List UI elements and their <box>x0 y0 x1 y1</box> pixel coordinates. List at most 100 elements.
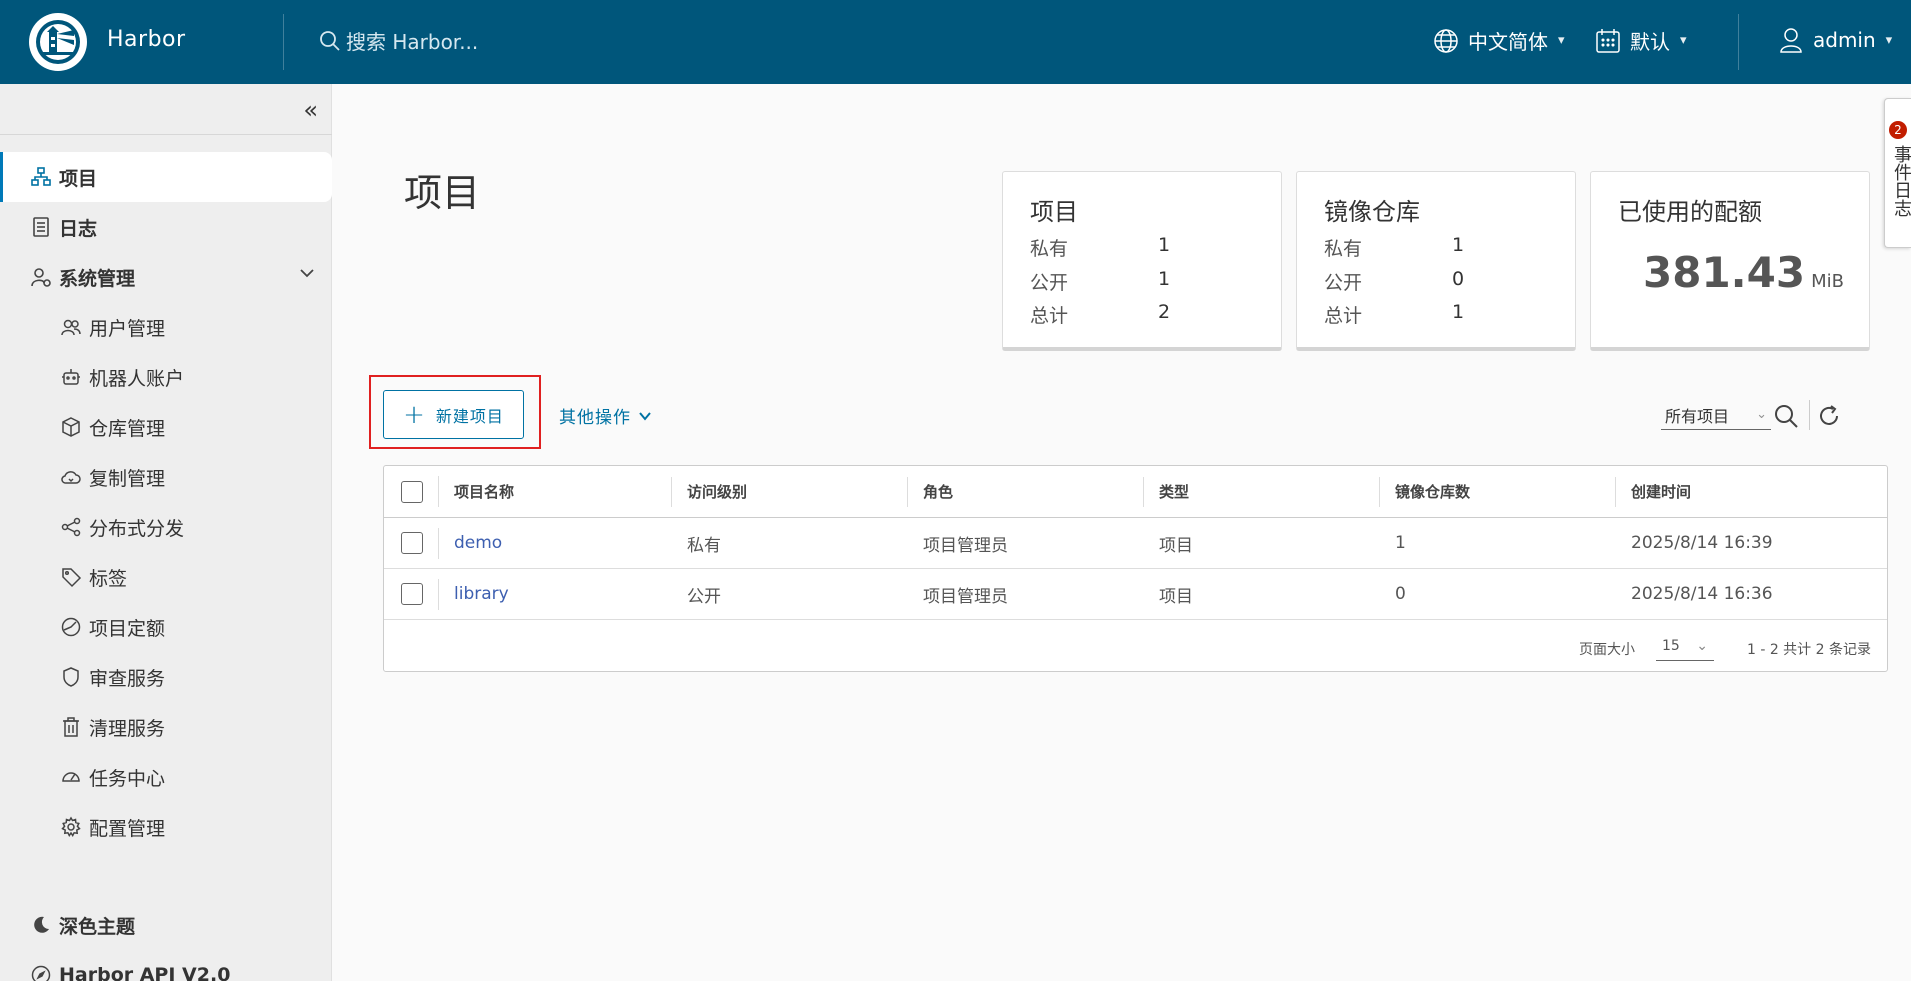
sidebar-item-interrogation[interactable]: 审查服务 <box>0 652 332 702</box>
projects-table: 项目名称 访问级别 角色 类型 镜像仓库数 创建时间 demo 私有 项目管理员… <box>383 465 1888 672</box>
compass-icon <box>29 963 53 981</box>
public-count: 1 <box>1158 268 1171 290</box>
total-label: 总计 <box>1324 305 1363 327</box>
sidebar-item-label: 机器人账户 <box>89 367 185 390</box>
sidebar-item-replications[interactable]: 复制管理 <box>0 452 332 502</box>
tag-icon <box>59 565 83 589</box>
sidebar-item-label: 仓库管理 <box>89 417 166 440</box>
brand-name: Harbor <box>107 27 186 52</box>
sidebar-item-quotas[interactable]: 项目定额 <box>0 602 332 652</box>
sidebar-item-robot-accounts[interactable]: 机器人账户 <box>0 352 332 402</box>
column-header-access[interactable]: 访问级别 <box>687 466 747 517</box>
sidebar-item-label: 审查服务 <box>89 667 166 690</box>
page-size-select[interactable]: 15 ⌄ <box>1656 631 1714 661</box>
quota-used: 381.43 MiB <box>1643 248 1844 297</box>
plus-icon: + <box>403 399 426 430</box>
access-level: 公开 <box>687 586 721 607</box>
sidebar-item-logs[interactable]: 日志 <box>0 202 332 252</box>
column-header-repo-count[interactable]: 镜像仓库数 <box>1395 466 1470 517</box>
row-checkbox[interactable] <box>401 532 423 554</box>
language-selector[interactable]: 中文简体 ▾ <box>1432 26 1565 55</box>
sidebar-item-label: 复制管理 <box>89 467 166 490</box>
column-header-role[interactable]: 角色 <box>923 466 953 517</box>
moon-icon <box>29 913 53 937</box>
sidebar-item-label: 项目定额 <box>89 617 166 640</box>
user-icon <box>1780 28 1802 53</box>
dark-theme-toggle[interactable]: 深色主题 <box>0 900 332 950</box>
new-project-button[interactable]: + 新建项目 <box>383 390 524 439</box>
event-count-badge: 2 <box>1889 121 1907 139</box>
quota-icon <box>59 615 83 639</box>
total-count: 2 <box>1158 301 1171 323</box>
user-menu[interactable]: admin ▾ <box>1777 26 1892 54</box>
select-all-checkbox[interactable] <box>401 481 423 503</box>
chevron-down-icon <box>639 411 651 421</box>
refresh-icon[interactable] <box>1816 403 1842 429</box>
quota-summary-card: 已使用的配额 381.43 MiB <box>1590 171 1870 351</box>
total-count: 1 <box>1452 301 1465 323</box>
sidebar-item-label: 用户管理 <box>89 317 166 340</box>
repo-count: 0 <box>1395 584 1406 604</box>
quota-value: 381.43 <box>1643 248 1806 297</box>
search-icon <box>320 30 340 51</box>
sidebar-item-admin[interactable]: 系统管理 <box>0 252 332 302</box>
more-actions-dropdown[interactable]: 其他操作 <box>559 403 653 428</box>
chevron-down-icon: ⌄ <box>1756 407 1767 422</box>
table-row: demo 私有 项目管理员 项目 1 2025/8/14 16:39 <box>384 518 1887 569</box>
total-label: 总计 <box>1030 305 1069 327</box>
column-header-name[interactable]: 项目名称 <box>454 466 514 517</box>
chevron-down-icon: ▾ <box>1885 32 1893 48</box>
users-icon <box>59 315 83 339</box>
harbor-logo-icon[interactable] <box>29 13 87 71</box>
column-divider <box>438 476 439 507</box>
table-row: library 公开 项目管理员 项目 0 2025/8/14 16:36 <box>384 569 1887 620</box>
public-label: 公开 <box>1030 272 1069 294</box>
toolbar-divider <box>1809 400 1810 430</box>
gear-icon <box>59 815 83 839</box>
card-title: 镜像仓库 <box>1324 198 1420 226</box>
private-label: 私有 <box>1324 238 1363 260</box>
double-chevron-left-icon[interactable]: « <box>303 96 318 124</box>
project-icon <box>29 165 53 189</box>
chevron-down-icon[interactable] <box>298 264 316 287</box>
column-header-type[interactable]: 类型 <box>1159 466 1189 517</box>
dark-theme-label: 深色主题 <box>59 915 136 938</box>
project-name-link[interactable]: demo <box>454 518 502 568</box>
sidebar-item-label: 分布式分发 <box>89 517 185 540</box>
calendar-icon <box>1596 28 1620 53</box>
column-divider <box>1143 477 1144 507</box>
shield-icon <box>59 665 83 689</box>
api-link[interactable]: Harbor API V2.0 <box>0 950 332 981</box>
sidebar-item-configuration[interactable]: 配置管理 <box>0 802 332 852</box>
api-label: Harbor API V2.0 <box>59 964 231 981</box>
chevron-down-icon: ▾ <box>1558 33 1565 48</box>
column-divider <box>438 528 439 559</box>
project-name-link[interactable]: library <box>454 569 509 619</box>
private-count: 1 <box>1158 234 1171 256</box>
card-title: 已使用的配额 <box>1618 198 1762 226</box>
sidebar-item-users[interactable]: 用户管理 <box>0 302 332 352</box>
repos-summary-card: 镜像仓库 私有 1 公开 0 总计 1 <box>1296 171 1576 351</box>
sidebar-item-projects[interactable]: 项目 <box>0 152 332 202</box>
search-placeholder: 搜索 Harbor... <box>346 30 479 54</box>
sidebar-item-label: 系统管理 <box>59 267 136 290</box>
registry-icon <box>59 415 83 439</box>
dashboard-icon <box>59 765 83 789</box>
cloud-sync-icon <box>59 465 83 489</box>
sidebar-item-labels[interactable]: 标签 <box>0 552 332 602</box>
column-divider <box>1615 477 1616 507</box>
sidebar-item-gc[interactable]: 清理服务 <box>0 702 332 752</box>
row-checkbox[interactable] <box>401 583 423 605</box>
search-icon[interactable] <box>1772 402 1800 430</box>
project-filter-select[interactable]: 所有项目 ⌄ <box>1661 400 1771 430</box>
sidebar-item-job-service[interactable]: 任务中心 <box>0 752 332 802</box>
sidebar-item-distribution[interactable]: 分布式分发 <box>0 502 332 552</box>
global-search[interactable]: 搜索 Harbor... <box>318 26 478 55</box>
column-header-created[interactable]: 创建时间 <box>1631 466 1691 517</box>
repo-count: 1 <box>1395 533 1406 553</box>
datetime-format-selector[interactable]: 默认 ▾ <box>1594 26 1687 55</box>
public-count: 0 <box>1452 268 1465 290</box>
sidebar-item-registries[interactable]: 仓库管理 <box>0 402 332 452</box>
event-log-tab[interactable]: 2 事件日志 <box>1884 98 1911 248</box>
admin-icon <box>29 265 53 289</box>
